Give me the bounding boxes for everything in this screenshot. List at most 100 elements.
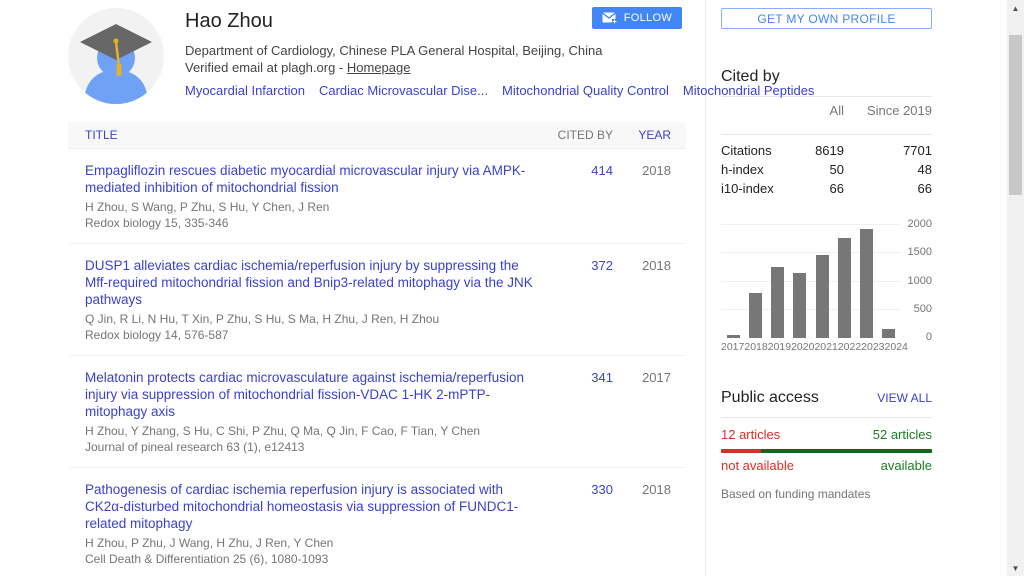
cited-by-count-link[interactable]: 414: [591, 163, 613, 178]
publication-title-link[interactable]: Empagliflozin rescues diabetic myocardia…: [85, 162, 543, 196]
follow-button[interactable]: FOLLOW: [592, 7, 682, 29]
envelope-plus-icon: [602, 12, 617, 24]
chart-bar[interactable]: [793, 273, 806, 338]
stat-since-value: 7701: [844, 143, 932, 158]
publication-title-link[interactable]: DUSP1 alleviates cardiac ischemia/reperf…: [85, 257, 543, 308]
publication-row: Pathogenesis of cardiac ischemia reperfu…: [68, 468, 686, 576]
view-all-link[interactable]: VIEW ALL: [877, 391, 932, 405]
interest-link[interactable]: Mitochondrial Peptides: [683, 83, 815, 98]
publication-row: DUSP1 alleviates cardiac ischemia/reperf…: [68, 244, 686, 356]
cited-by-row: h-index5048: [721, 160, 932, 179]
publication-authors: H Zhou, P Zhu, J Wang, H Zhu, J Ren, Y C…: [85, 536, 543, 551]
chart-bar[interactable]: [838, 238, 851, 338]
publication-year: 2018: [642, 258, 671, 273]
chart-x-axis: 20172018201920202021202220232024: [721, 341, 901, 353]
not-available-segment: [721, 449, 761, 453]
x-tick-label: 2018: [744, 341, 767, 353]
profile-verified-line: Verified email at plagh.org - Homepage: [185, 59, 615, 76]
publication-title-link[interactable]: Pathogenesis of cardiac ischemia reperfu…: [85, 481, 543, 532]
stat-since-value: 66: [844, 181, 932, 196]
x-tick-label: 2021: [814, 341, 837, 353]
publication-row: Empagliflozin rescues diabetic myocardia…: [68, 149, 686, 244]
stat-label: Citations: [721, 143, 784, 158]
available-count: 52 articles: [873, 427, 932, 442]
publication-authors: H Zhou, Y Zhang, S Hu, C Shi, P Zhu, Q M…: [85, 424, 543, 439]
x-tick-label: 2024: [885, 341, 908, 353]
funding-mandates-note: Based on funding mandates: [721, 487, 932, 501]
chart-bar[interactable]: [860, 229, 873, 338]
interest-link[interactable]: Cardiac Microvascular Dise...: [319, 83, 488, 98]
interest-link[interactable]: Mitochondrial Quality Control: [502, 83, 669, 98]
homepage-link[interactable]: Homepage: [347, 60, 411, 75]
chart-bar[interactable]: [882, 329, 895, 338]
y-tick-label: 2000: [908, 218, 932, 230]
cited-by-count-link[interactable]: 341: [591, 370, 613, 385]
publication-venue: Redox biology 14, 576-587: [85, 328, 543, 343]
scroll-down-arrow[interactable]: ▼: [1007, 560, 1024, 576]
follow-button-label: FOLLOW: [624, 12, 672, 24]
col-all: All: [784, 103, 844, 118]
publication-year: 2018: [642, 482, 671, 497]
chart-bars: [721, 225, 901, 338]
stat-all-value: 66: [784, 181, 844, 196]
avatar[interactable]: [68, 8, 164, 104]
chart-bar[interactable]: [727, 335, 740, 338]
divider: [721, 417, 932, 418]
publication-authors: Q Jin, R Li, N Hu, T Xin, P Zhu, S Hu, S…: [85, 312, 543, 327]
public-access-progress-bar: [721, 449, 932, 453]
x-tick-label: 2020: [791, 341, 814, 353]
publications-table: TITLE CITED BY YEAR Empagliflozin rescue…: [68, 122, 686, 576]
citations-chart: 0500100015002000 20172018201920202021202…: [721, 222, 932, 350]
chart-bar[interactable]: [771, 267, 784, 338]
publications-list: Empagliflozin rescues diabetic myocardia…: [68, 149, 686, 576]
chart-bar[interactable]: [749, 293, 762, 338]
sort-by-year[interactable]: YEAR: [613, 128, 686, 142]
interest-links: Myocardial Infarction Cardiac Microvascul…: [185, 82, 615, 100]
vertical-scrollbar[interactable]: ▲ ▼: [1007, 0, 1024, 576]
profile-header: Hao Zhou Department of Cardiology, Chine…: [68, 8, 686, 104]
x-tick-label: 2023: [861, 341, 884, 353]
scholar-profile-page: Hao Zhou Department of Cardiology, Chine…: [0, 0, 1024, 576]
y-tick-label: 1000: [908, 275, 932, 287]
publication-authors: H Zhou, S Wang, P Zhu, S Hu, Y Chen, J R…: [85, 200, 543, 215]
y-tick-label: 0: [926, 331, 932, 343]
cited-by-row: i10-index6666: [721, 179, 932, 198]
not-available-count: 12 articles: [721, 427, 873, 442]
publication-venue: Redox biology 15, 335-346: [85, 216, 543, 231]
cited-by-count-link[interactable]: 372: [591, 258, 613, 273]
sort-by-cited: CITED BY: [543, 128, 613, 142]
interest-link[interactable]: Myocardial Infarction: [185, 83, 305, 98]
x-tick-label: 2017: [721, 341, 744, 353]
scrollbar-thumb[interactable]: [1009, 35, 1022, 195]
stat-since-value: 48: [844, 162, 932, 177]
get-my-own-profile-button[interactable]: GET MY OWN PROFILE: [721, 8, 932, 29]
publication-title-link[interactable]: Melatonin protects cardiac microvasculat…: [85, 369, 543, 420]
divider: [721, 134, 932, 135]
main-column: Hao Zhou Department of Cardiology, Chine…: [68, 0, 686, 576]
stat-all-value: 8619: [784, 143, 844, 158]
available-label: available: [881, 458, 932, 473]
stat-all-value: 50: [784, 162, 844, 177]
cited-by-column-headers: All Since 2019: [721, 97, 932, 124]
publication-venue: Journal of pineal research 63 (1), e1241…: [85, 440, 543, 455]
scroll-up-arrow[interactable]: ▲: [1007, 0, 1024, 16]
chart-bar[interactable]: [816, 255, 829, 338]
profile-affiliation: Department of Cardiology, Chinese PLA Ge…: [185, 42, 615, 59]
cited-by-count-link[interactable]: 330: [591, 482, 613, 497]
y-tick-label: 1500: [908, 246, 932, 258]
col-since-2019: Since 2019: [844, 103, 932, 118]
available-segment: [761, 449, 932, 453]
chart-y-axis: 0500100015002000: [904, 225, 932, 338]
verified-email-text: Verified email at plagh.org -: [185, 60, 347, 75]
public-access-title: Public access: [721, 389, 877, 407]
not-available-label: not available: [721, 458, 881, 473]
x-tick-label: 2022: [838, 341, 861, 353]
sort-by-title[interactable]: TITLE: [68, 128, 543, 142]
publication-year: 2018: [642, 163, 671, 178]
graduate-avatar-icon: [68, 8, 164, 104]
cited-by-row: Citations86197701: [721, 141, 932, 160]
y-tick-label: 500: [914, 303, 932, 315]
x-tick-label: 2019: [768, 341, 791, 353]
profile-name: Hao Zhou: [185, 10, 615, 33]
publications-table-header: TITLE CITED BY YEAR: [68, 122, 686, 149]
